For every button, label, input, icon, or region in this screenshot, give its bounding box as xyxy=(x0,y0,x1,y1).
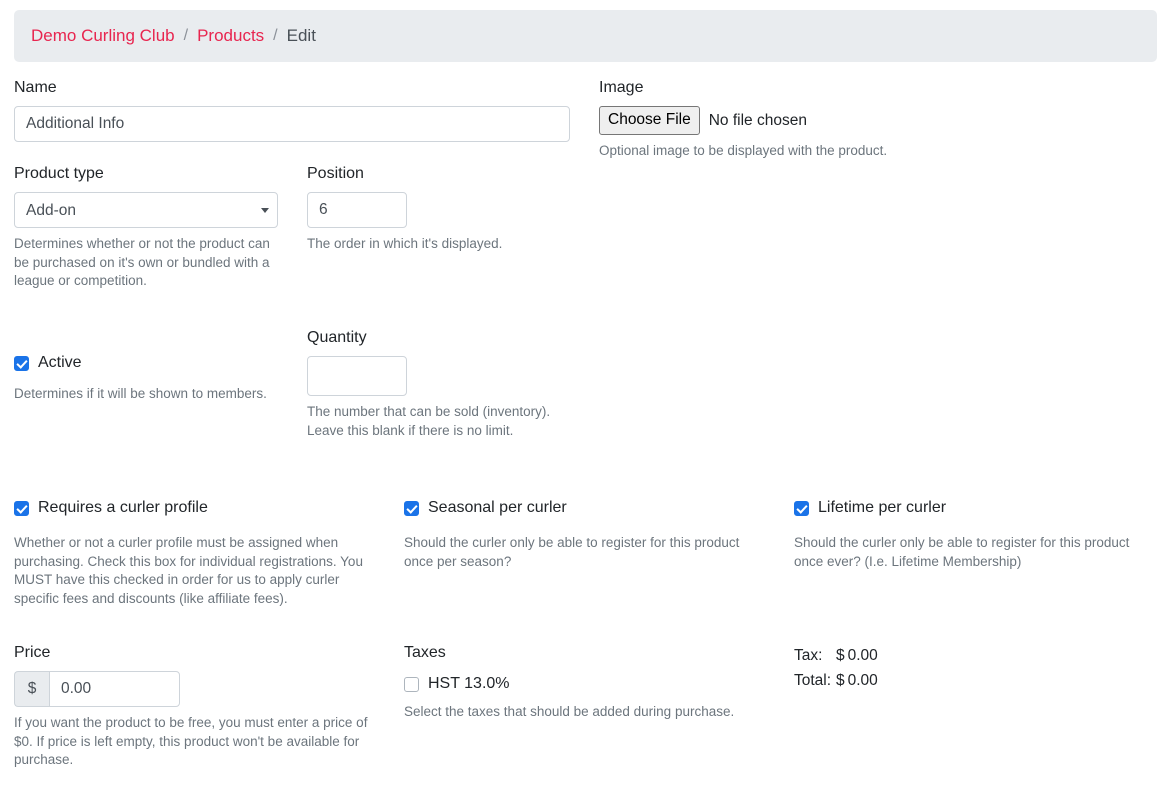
file-status-text: No file chosen xyxy=(708,111,807,129)
taxes-label: Taxes xyxy=(404,644,446,661)
choose-file-button[interactable]: Choose File xyxy=(599,106,700,135)
requires-curler-profile-checkbox-row[interactable]: Requires a curler profile xyxy=(14,498,386,518)
tax-hst-checkbox[interactable] xyxy=(404,676,419,692)
product-type-label: Product type xyxy=(14,165,104,182)
total-label: Total: xyxy=(794,672,832,689)
grand-total-row: Total: $ 0.00 xyxy=(794,668,1054,693)
breadcrumb-link-org[interactable]: Demo Curling Club xyxy=(31,26,175,46)
seasonal-per-curler-checkbox[interactable] xyxy=(404,500,419,516)
product-type-select[interactable]: Add-on xyxy=(14,192,278,228)
name-label: Name xyxy=(14,79,57,96)
lifetime-per-curler-label[interactable]: Lifetime per curler xyxy=(818,498,946,518)
tax-currency: $ xyxy=(836,647,845,664)
active-label[interactable]: Active xyxy=(38,353,82,373)
lifetime-per-curler-checkbox[interactable] xyxy=(794,500,809,516)
quantity-help-text-line1: The number that can be sold (inventory). xyxy=(307,404,551,419)
tax-value: 0.00 xyxy=(847,647,878,664)
breadcrumb-link-products[interactable]: Products xyxy=(197,26,264,46)
requires-curler-profile-checkbox[interactable] xyxy=(14,500,29,516)
field-price: Price $ If you want the product to be fr… xyxy=(14,643,384,770)
requires-curler-profile-help-text: Whether or not a curler profile must be … xyxy=(14,535,363,606)
breadcrumb: Demo Curling Club / Products / Edit xyxy=(14,10,1157,62)
breadcrumb-separator: / xyxy=(273,27,278,44)
lifetime-per-curler-checkbox-row[interactable]: Lifetime per curler xyxy=(794,498,1144,518)
price-help-text: If you want the product to be free, you … xyxy=(14,715,368,767)
field-requires-curler-profile: Requires a curler profile Whether or not… xyxy=(14,498,386,608)
tax-total-row: Tax: $ 0.00 xyxy=(794,643,1054,668)
image-label: Image xyxy=(599,79,644,96)
product-type-help-text: Determines whether or not the product ca… xyxy=(14,236,270,288)
breadcrumb-current-edit: Edit xyxy=(286,26,316,45)
tax-label: Tax: xyxy=(794,647,823,664)
field-lifetime-per-curler: Lifetime per curler Should the curler on… xyxy=(794,498,1144,571)
position-input[interactable] xyxy=(307,192,407,228)
image-help-text: Optional image to be displayed with the … xyxy=(599,143,888,158)
quantity-label: Quantity xyxy=(307,329,367,346)
total-value: 0.00 xyxy=(847,672,878,689)
position-help-text: The order in which it's displayed. xyxy=(307,236,503,251)
position-label: Position xyxy=(307,165,364,182)
image-file-input[interactable]: Choose File No file chosen xyxy=(599,106,1139,135)
lifetime-per-curler-help-text: Should the curler only be able to regist… xyxy=(794,535,1130,569)
tax-item-row[interactable]: HST 13.0% xyxy=(404,674,764,694)
seasonal-per-curler-help-text: Should the curler only be able to regist… xyxy=(404,535,740,569)
seasonal-per-curler-label[interactable]: Seasonal per curler xyxy=(428,498,567,518)
currency-prefix: $ xyxy=(14,671,49,707)
price-label: Price xyxy=(14,644,51,661)
totals-summary: Tax: $ 0.00 Total: $ 0.00 xyxy=(794,643,1054,693)
field-quantity: Quantity The number that can be sold (in… xyxy=(307,328,567,440)
field-position: Position The order in which it's display… xyxy=(307,164,547,254)
price-input[interactable] xyxy=(49,671,180,707)
tax-hst-label[interactable]: HST 13.0% xyxy=(428,674,510,694)
product-type-select-wrapper[interactable]: Add-on xyxy=(14,192,278,228)
total-currency: $ xyxy=(836,672,845,689)
breadcrumb-separator: / xyxy=(183,27,189,44)
active-checkbox[interactable] xyxy=(14,355,29,371)
field-seasonal-per-curler: Seasonal per curler Should the curler on… xyxy=(404,498,754,571)
field-taxes: Taxes HST 13.0% Select the taxes that sh… xyxy=(404,643,764,722)
taxes-help-text: Select the taxes that should be added du… xyxy=(404,704,735,719)
quantity-input[interactable] xyxy=(307,356,407,396)
field-name: Name xyxy=(14,78,570,142)
field-product-type: Product type Add-on Determines whether o… xyxy=(14,164,278,291)
quantity-help-text-line2: Leave this blank if there is no limit. xyxy=(307,422,514,438)
price-input-group: $ xyxy=(14,671,180,707)
name-input[interactable] xyxy=(14,106,570,142)
requires-curler-profile-label[interactable]: Requires a curler profile xyxy=(38,498,208,518)
field-image: Image Choose File No file chosen Optiona… xyxy=(599,78,1139,161)
seasonal-per-curler-checkbox-row[interactable]: Seasonal per curler xyxy=(404,498,754,518)
